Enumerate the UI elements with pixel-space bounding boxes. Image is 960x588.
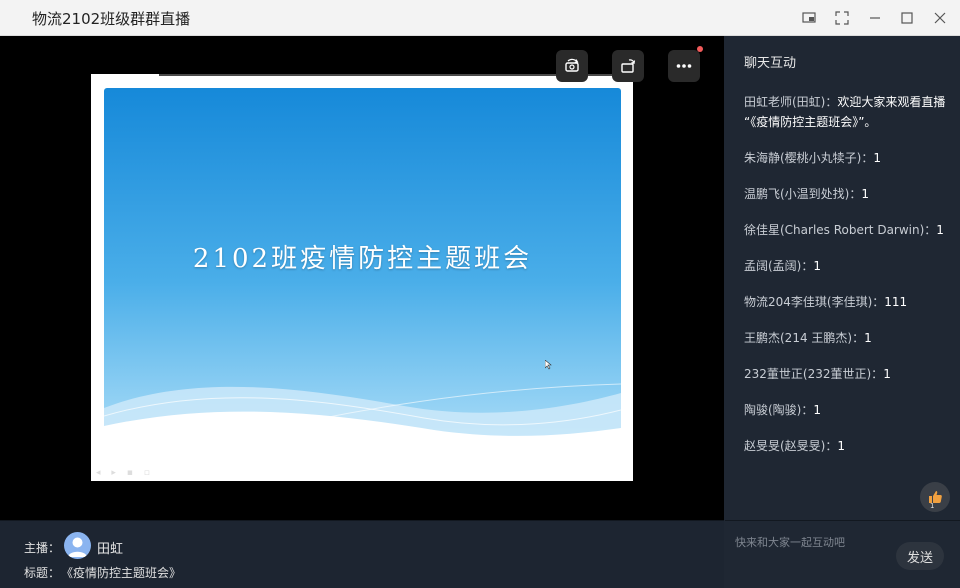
chat-input-area: 发送 (725, 520, 960, 588)
message-content: 1 (864, 331, 872, 345)
slide-panel: 2102班疫情防控主题班会 (104, 88, 621, 440)
picture-in-picture-icon (802, 12, 816, 23)
message-content: 1 (837, 439, 846, 453)
video-area[interactable]: 2102班疫情防控主题班会 ◂ ▸ ▪ ▫ (0, 36, 724, 520)
close-icon (934, 12, 946, 24)
message-sender: 赵旻旻(赵旻旻)： (744, 439, 838, 453)
avatar[interactable] (64, 532, 91, 559)
chat-header: 聊天互动 (744, 56, 797, 71)
message-sender: 王鹏杰(214 王鹏杰)： (744, 331, 865, 345)
send-button[interactable]: 发送 (896, 542, 944, 570)
slide: 2102班疫情防控主题班会 ◂ ▸ ▪ ▫ (91, 74, 633, 481)
mouse-cursor-icon (545, 360, 552, 370)
host-name: 田虹 (97, 542, 124, 557)
chat-message: 徐佳星(Charles Robert Darwin)：1 (744, 220, 949, 240)
chat-message-list[interactable]: 田虹老师(田虹)：欢迎大家来观看直播 “《疫情防控主题班会》”。 朱海静(樱桃小… (744, 92, 949, 472)
message-content: 1 (813, 259, 822, 273)
message-sender: 温鹏飞(小温到处找)： (744, 187, 862, 201)
message-sender: 田虹老师(田虹)： (744, 95, 838, 109)
chat-message: 王鹏杰(214 王鹏杰)：1 (744, 328, 949, 348)
chat-message: 232董世正(232董世正)：1 (744, 364, 949, 384)
message-content: 1 (813, 403, 822, 417)
message-content: 1 (873, 151, 882, 165)
notification-dot (697, 46, 703, 52)
chat-message: 温鹏飞(小温到处找)：1 (744, 184, 949, 204)
camera-switch-button[interactable] (556, 50, 588, 82)
rotate-icon (621, 59, 636, 73)
slide-title: 2102班疫情防控主题班会 (192, 244, 533, 274)
message-sender: 朱海静(樱桃小丸犊子)： (744, 151, 874, 165)
expand-icon (835, 11, 849, 25)
chat-message: 田虹老师(田虹)：欢迎大家来观看直播 “《疫情防控主题班会》”。 (744, 92, 949, 132)
topic-value: 《疫情防控主题班会》 (61, 566, 182, 580)
fullscreen-button[interactable] (830, 6, 854, 30)
maximize-button[interactable] (895, 6, 919, 30)
message-content: 1 (936, 223, 944, 237)
rotate-screen-button[interactable] (612, 50, 644, 82)
message-content: 111 (884, 295, 908, 309)
chat-message: 孟阔(孟阔)：1 (744, 256, 949, 276)
message-sender: 物流204李佳琪(李佳琪)： (744, 295, 885, 309)
message-sender: 孟阔(孟阔)： (744, 259, 814, 273)
slide-nav-dots: ◂ ▸ ▪ ▫ (96, 468, 154, 478)
minimize-button[interactable] (863, 6, 887, 30)
chat-message: 赵旻旻(赵旻旻)：1 (744, 436, 949, 456)
maximize-icon (901, 12, 913, 24)
minimize-icon (870, 17, 880, 19)
chat-input[interactable] (735, 531, 895, 553)
live-info-bar: 主播： 田虹 标题： 《疫情防控主题班会》 (0, 520, 724, 588)
more-icon (676, 64, 692, 68)
topic-label: 标题： (24, 566, 61, 580)
message-sender: 徐佳星(Charles Robert Darwin)： (744, 223, 937, 237)
close-button[interactable] (928, 6, 952, 30)
more-options-button[interactable] (668, 50, 700, 82)
like-button[interactable] (920, 482, 950, 512)
user-avatar-icon (68, 537, 87, 557)
title-bar: 物流2102班级群群直播 (0, 0, 960, 36)
camera-rotate-icon (565, 58, 579, 72)
chat-message: 物流204李佳琪(李佳琪)：111 (744, 292, 949, 312)
chat-message: 朱海静(樱桃小丸犊子)：1 (744, 148, 949, 168)
message-content: 1 (883, 367, 891, 381)
message-content: 1 (861, 187, 870, 201)
message-sender: 232董世正(232董世正)： (744, 367, 884, 381)
chat-panel: 聊天互动 田虹老师(田虹)：欢迎大家来观看直播 “《疫情防控主题班会》”。 朱海… (725, 36, 960, 520)
host-label: 主播： (24, 541, 61, 555)
like-count: 1 (930, 502, 935, 510)
mini-window-button[interactable] (797, 6, 821, 30)
message-sender: 陶骏(陶骏)： (744, 403, 814, 417)
chat-message: 陶骏(陶骏)：1 (744, 400, 949, 420)
window-title: 物流2102班级群群直播 (32, 10, 191, 28)
